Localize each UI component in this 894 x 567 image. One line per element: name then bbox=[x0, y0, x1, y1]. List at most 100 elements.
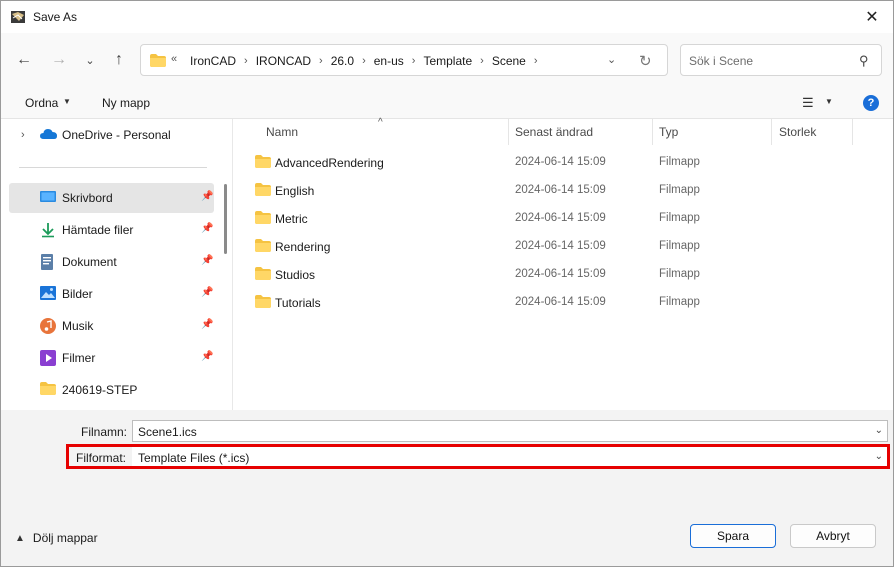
caret-up-icon: ▲ bbox=[15, 532, 25, 544]
filetype-label: Filformat: bbox=[76, 451, 127, 465]
column-header-type[interactable]: Typ bbox=[659, 119, 678, 145]
file-name: Metric bbox=[275, 212, 308, 226]
music-icon bbox=[40, 318, 56, 334]
file-row[interactable]: Studios 2024-06-14 15:09 Filmapp bbox=[233, 261, 893, 289]
sidebar-item-label: Filmer bbox=[62, 351, 96, 365]
cloud-icon bbox=[40, 127, 57, 143]
sidebar-scrollbar[interactable] bbox=[224, 184, 227, 254]
chevron-right-icon[interactable]: › bbox=[21, 129, 25, 141]
sidebar-item-documents[interactable]: Dokument 📌 bbox=[9, 247, 214, 277]
file-row[interactable]: English 2024-06-14 15:09 Filmapp bbox=[233, 177, 893, 205]
pin-icon[interactable]: 📌 bbox=[201, 223, 213, 234]
search-icon[interactable]: ⚲ bbox=[859, 53, 869, 69]
sidebar-item-label: Skrivbord bbox=[62, 191, 113, 205]
pin-icon[interactable]: 📌 bbox=[201, 255, 213, 266]
breadcrumb-item[interactable]: Scene bbox=[488, 54, 530, 68]
sidebar-item-240619-step[interactable]: 240619-STEP bbox=[9, 375, 214, 405]
sidebar-item-music[interactable]: Musik 📌 bbox=[9, 311, 214, 341]
video-icon bbox=[40, 350, 56, 366]
chevron-right-icon[interactable]: › bbox=[530, 55, 542, 67]
pictures-icon bbox=[40, 286, 56, 302]
pin-icon[interactable]: 📌 bbox=[201, 319, 213, 330]
chevron-right-icon[interactable]: › bbox=[315, 55, 327, 67]
filetype-select[interactable]: Template Files (*.ics) ⌄ bbox=[132, 446, 888, 468]
breadcrumb-item[interactable]: IRONCAD bbox=[252, 54, 315, 68]
organize-button[interactable]: Ordna bbox=[25, 96, 58, 110]
pin-icon[interactable]: 📌 bbox=[201, 191, 213, 202]
file-name: English bbox=[275, 184, 315, 198]
file-name: Tutorials bbox=[275, 296, 321, 310]
sidebar-item-pictures[interactable]: Bilder 📌 bbox=[9, 279, 214, 309]
column-divider[interactable] bbox=[852, 119, 853, 145]
filetype-value: Template Files (*.ics) bbox=[138, 451, 250, 465]
file-row[interactable]: AdvancedRendering 2024-06-14 15:09 Filma… bbox=[233, 149, 893, 177]
sidebar-item-desktop[interactable]: Skrivbord 📌 bbox=[9, 183, 214, 213]
desktop-icon bbox=[40, 190, 56, 206]
file-type: Filmapp bbox=[659, 184, 700, 196]
file-type: Filmapp bbox=[659, 156, 700, 168]
column-divider[interactable] bbox=[508, 119, 509, 145]
breadcrumb-item[interactable]: en-us bbox=[370, 54, 408, 68]
filename-value: Scene1.ics bbox=[138, 425, 197, 439]
address-bar[interactable]: « IronCAD › IRONCAD › 26.0 › en-us › Templat… bbox=[140, 44, 668, 76]
arrow-right-icon: → bbox=[51, 51, 67, 68]
chevron-right-icon[interactable]: › bbox=[240, 55, 252, 67]
folder-icon bbox=[150, 54, 166, 67]
forward-button[interactable]: → bbox=[45, 47, 73, 73]
chevron-down-icon[interactable]: ⌄ bbox=[875, 451, 883, 462]
help-icon[interactable]: ? bbox=[863, 95, 879, 111]
chevron-down-icon[interactable]: ⌄ bbox=[875, 425, 883, 436]
column-divider[interactable] bbox=[652, 119, 653, 145]
folder-icon bbox=[255, 211, 271, 225]
up-button[interactable]: ↑ bbox=[105, 47, 133, 73]
pin-icon[interactable]: 📌 bbox=[201, 287, 213, 298]
sidebar-item-videos[interactable]: Filmer 📌 bbox=[9, 343, 214, 373]
new-folder-button[interactable]: Ny mapp bbox=[102, 96, 150, 110]
chevron-right-icon[interactable]: › bbox=[476, 55, 488, 67]
hide-folders-toggle[interactable]: ▲ Dölj mappar bbox=[15, 531, 98, 545]
file-row[interactable]: Rendering 2024-06-14 15:09 Filmapp bbox=[233, 233, 893, 261]
search-input[interactable]: Sök i Scene ⚲ bbox=[680, 44, 882, 76]
pin-icon[interactable]: 📌 bbox=[201, 351, 213, 362]
chevron-right-icon[interactable]: › bbox=[358, 55, 370, 67]
download-icon bbox=[40, 222, 56, 238]
address-history-dropdown[interactable]: ⌄ bbox=[607, 53, 616, 66]
app-icon bbox=[10, 9, 26, 25]
title-bar: Save As ✕ bbox=[1, 1, 893, 33]
sidebar-item-label: 240619-STEP bbox=[62, 383, 138, 397]
file-row[interactable]: Metric 2024-06-14 15:09 Filmapp bbox=[233, 205, 893, 233]
view-options-icon[interactable]: ☰ bbox=[802, 95, 814, 111]
breadcrumb-overflow[interactable]: « bbox=[171, 53, 177, 65]
sidebar-item-onedrive[interactable]: › OneDrive - Personal bbox=[9, 120, 214, 150]
arrow-up-icon: ↑ bbox=[115, 51, 123, 68]
recent-locations-button[interactable]: ⌄ bbox=[76, 47, 104, 73]
divider bbox=[19, 167, 207, 168]
caret-down-icon[interactable]: ▼ bbox=[825, 97, 833, 106]
file-row[interactable]: Tutorials 2024-06-14 15:09 Filmapp bbox=[233, 289, 893, 317]
caret-down-icon[interactable]: ▼ bbox=[63, 97, 71, 106]
column-header-name[interactable]: Namn bbox=[266, 119, 298, 145]
filename-field[interactable]: Scene1.ics ⌄ bbox=[132, 420, 888, 442]
cancel-button[interactable]: Avbryt bbox=[790, 524, 876, 548]
refresh-icon[interactable]: ↻ bbox=[639, 52, 652, 70]
breadcrumb-item[interactable]: Template bbox=[419, 54, 476, 68]
breadcrumb-item[interactable]: 26.0 bbox=[327, 54, 358, 68]
folder-icon bbox=[40, 382, 56, 398]
close-button[interactable]: ✕ bbox=[849, 1, 893, 33]
folder-icon bbox=[255, 239, 271, 253]
column-header-modified[interactable]: Senast ändrad bbox=[515, 119, 593, 145]
sidebar-item-downloads[interactable]: Hämtade filer 📌 bbox=[9, 215, 214, 245]
chevron-right-icon[interactable]: › bbox=[408, 55, 420, 67]
column-header-size[interactable]: Storlek bbox=[779, 119, 816, 145]
breadcrumb-item[interactable]: IronCAD bbox=[186, 54, 240, 68]
back-button[interactable]: ← bbox=[10, 47, 38, 73]
folder-icon bbox=[255, 295, 271, 309]
column-divider[interactable] bbox=[771, 119, 772, 145]
sidebar-item-label: Bilder bbox=[62, 287, 93, 301]
sidebar-item-label: OneDrive - Personal bbox=[62, 128, 171, 142]
file-type: Filmapp bbox=[659, 240, 700, 252]
save-button[interactable]: Spara bbox=[690, 524, 776, 548]
chevron-down-icon: ⌄ bbox=[85, 54, 95, 67]
search-placeholder: Sök i Scene bbox=[689, 54, 754, 68]
file-type: Filmapp bbox=[659, 212, 700, 224]
